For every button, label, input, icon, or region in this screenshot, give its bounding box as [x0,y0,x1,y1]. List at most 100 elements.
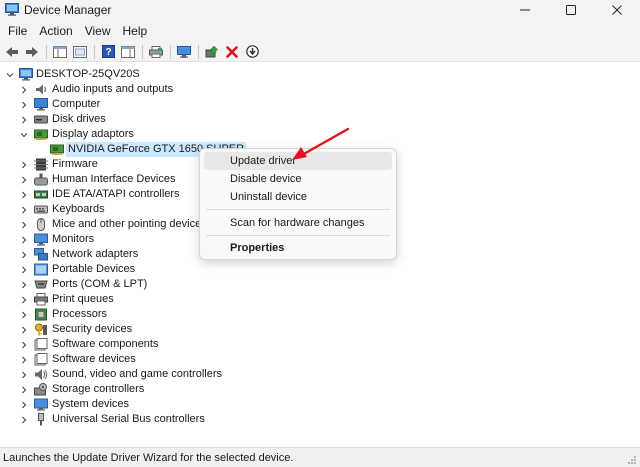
expand-chevron-icon[interactable] [19,337,29,352]
forward-icon [26,46,38,57]
action-pane-icon [121,45,135,58]
expand-chevron-icon[interactable] [19,277,29,292]
software-component-icon [34,338,48,351]
tree-item-software-components[interactable]: Software components [0,337,640,352]
expand-chevron-icon[interactable] [19,112,29,127]
security-icon [35,323,47,336]
usb-icon [38,413,44,426]
expand-chevron-icon[interactable] [19,187,29,202]
status-bar: Launches the Update Driver Wizard for th… [0,447,640,467]
firmware-icon [34,158,48,171]
print-button[interactable] [147,43,165,61]
tree-item-computer[interactable]: Computer [0,97,640,112]
menu-item-disable-device[interactable]: Disable device [204,170,392,188]
update-driver-button[interactable] [203,43,221,61]
tree-item-software-devices[interactable]: Software devices [0,352,640,367]
menu-action[interactable]: Action [33,20,78,42]
menu-view[interactable]: View [79,20,117,42]
menu-item-scan-hardware[interactable]: Scan for hardware changes [204,214,392,232]
status-text: Launches the Update Driver Wizard for th… [3,452,294,464]
device-manager-app-icon [5,3,19,16]
collapse-chevron-icon[interactable] [19,127,29,142]
tree-item-sound-video-game[interactable]: Sound, video and game controllers [0,367,640,382]
back-icon [6,46,18,57]
svg-text:?: ? [105,47,111,58]
display-adapter-icon [34,129,48,140]
expand-chevron-icon[interactable] [19,352,29,367]
tree-item-label: Keyboards [52,203,105,215]
monitor-icon [177,45,191,58]
tree-item-portable-devices[interactable]: Portable Devices [0,262,640,277]
tree-item-label: IDE ATA/ATAPI controllers [52,188,180,200]
tree-item-print-queues[interactable]: Print queues [0,292,640,307]
action-pane-button[interactable] [119,43,137,61]
sound-icon [35,369,48,380]
hid-icon [34,173,48,186]
expand-chevron-icon[interactable] [19,322,29,337]
tree-item-storage-controllers[interactable]: Storage controllers [0,382,640,397]
minimize-icon [520,9,530,11]
tree-item-label: Print queues [52,293,114,305]
tree-item-ports[interactable]: Ports (COM & LPT) [0,277,640,292]
expand-chevron-icon[interactable] [19,202,29,217]
back-button[interactable] [3,43,21,61]
menu-separator [206,209,390,210]
software-device-icon [34,353,48,366]
tree-item-system-devices[interactable]: System devices [0,397,640,412]
help-button[interactable]: ? [99,43,117,61]
expand-chevron-icon[interactable] [19,292,29,307]
expand-chevron-icon[interactable] [19,307,29,322]
monitor-icon [34,233,48,246]
resize-grip-icon[interactable] [627,455,637,465]
tree-item-usb-controllers[interactable]: Universal Serial Bus controllers [0,412,640,427]
expand-chevron-icon[interactable] [19,247,29,262]
forward-button[interactable] [23,43,41,61]
menu-item-properties[interactable]: Properties [204,239,392,257]
show-hide-console-tree-button[interactable] [51,43,69,61]
expand-chevron-icon[interactable] [19,82,29,97]
menu-help[interactable]: Help [117,20,154,42]
expand-chevron-icon[interactable] [19,382,29,397]
properties-button[interactable] [71,43,89,61]
scan-hardware-button[interactable] [175,43,193,61]
expand-chevron-icon[interactable] [19,232,29,247]
download-driver-button[interactable] [243,43,261,61]
tree-item-audio[interactable]: Audio inputs and outputs [0,82,640,97]
computer-icon [34,98,48,111]
tree-item-label: Processors [52,308,108,320]
expand-chevron-icon[interactable] [19,412,29,427]
expand-chevron-icon[interactable] [19,217,29,232]
tree-item-label: Storage controllers [52,383,145,395]
minimize-button[interactable] [502,0,548,20]
expand-chevron-icon[interactable] [19,367,29,382]
print-icon [149,45,163,58]
tree-item-label: Mice and other pointing devices [52,218,207,230]
tree-root[interactable]: DESKTOP-25QV20S [0,67,640,82]
update-driver-icon [205,45,219,58]
tree-item-security-devices[interactable]: Security devices [0,322,640,337]
collapse-chevron-icon[interactable] [5,67,15,82]
uninstall-device-button[interactable] [223,43,241,61]
expand-chevron-icon[interactable] [19,97,29,112]
menu-item-update-driver[interactable]: Update driver [204,152,392,170]
computer-root-icon [19,68,33,81]
window-title: Device Manager [24,3,112,17]
expand-chevron-icon[interactable] [19,397,29,412]
expand-chevron-icon[interactable] [19,157,29,172]
expand-chevron-icon[interactable] [19,172,29,187]
maximize-button[interactable] [548,0,594,20]
expand-chevron-icon[interactable] [19,262,29,277]
toolbar-separator [170,44,171,59]
menu-item-uninstall-device[interactable]: Uninstall device [204,188,392,206]
context-menu: Update driver Disable device Uninstall d… [199,148,397,260]
close-button[interactable] [594,0,640,20]
ide-icon [34,190,48,199]
mouse-icon [37,218,45,231]
tree-item-disk-drives[interactable]: Disk drives [0,112,640,127]
tree-item-processors[interactable]: Processors [0,307,640,322]
tree-item-label: Audio inputs and outputs [52,83,174,95]
toolbar-separator [142,44,143,59]
properties-sheet-icon [73,45,87,58]
menu-file[interactable]: File [2,20,33,42]
tree-item-display-adaptors[interactable]: Display adaptors [0,127,640,142]
